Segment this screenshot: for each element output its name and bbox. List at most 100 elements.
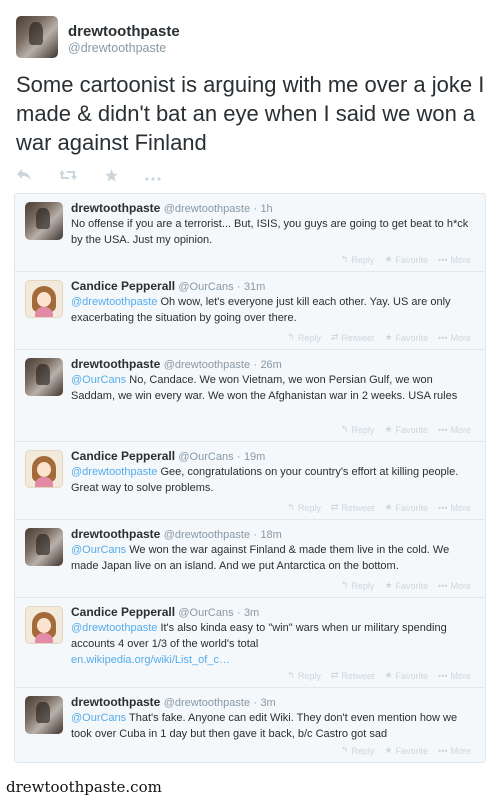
reply-icon: ↰ — [340, 745, 349, 755]
more-action[interactable]: ••• More — [438, 580, 471, 591]
reply-icon: ↰ — [340, 424, 349, 434]
reply-author-handle[interactable]: @OurCans — [178, 451, 233, 463]
reply-body: That's fake. Anyone can edit Wiki. They … — [71, 712, 458, 740]
reply-item[interactable]: drewtoothpaste @drewtoothpaste · 3m @Our… — [15, 688, 485, 762]
reply-author-handle[interactable]: @drewtoothpaste — [164, 529, 250, 541]
more-action[interactable]: ••• More — [438, 502, 471, 513]
favorite-action[interactable]: ★ Favorite — [384, 254, 428, 265]
reply-timestamp[interactable]: 19m — [244, 451, 265, 463]
reply-action[interactable]: ↰ Reply — [341, 580, 375, 591]
reply-actions: ↰ Reply ★ Favorite ••• More — [341, 580, 471, 591]
reply-actions: ↰ Reply ⇄ Retweet ★ Favorite ••• More — [287, 670, 471, 681]
avatar[interactable] — [25, 280, 63, 318]
reply-item[interactable]: drewtoothpaste @drewtoothpaste · 18m @Ou… — [15, 520, 485, 598]
favorite-action[interactable]: ★ Favorite — [384, 745, 428, 756]
more-action[interactable]: ••• More — [438, 424, 471, 435]
reply-icon: ↰ — [340, 580, 349, 590]
favorite-action[interactable]: ★ Favorite — [384, 332, 428, 343]
reply-item[interactable]: Candice Pepperall @OurCans · 31m @drewto… — [15, 272, 485, 350]
reply-author-name[interactable]: Candice Pepperall — [71, 605, 175, 619]
star-icon: ★ — [384, 424, 393, 434]
reply-author-name[interactable]: Candice Pepperall — [71, 279, 175, 293]
more-action[interactable]: ••• More — [438, 745, 471, 756]
reply-text: @drewtoothpaste It's also kinda easy to … — [71, 620, 476, 668]
reply-author-name[interactable]: drewtoothpaste — [71, 201, 160, 215]
reply-text: @OurCans That's fake. Anyone can edit Wi… — [71, 710, 476, 742]
reply-timestamp[interactable]: 26m — [260, 359, 281, 371]
mention-link[interactable]: @drewtoothpaste — [71, 296, 157, 308]
more-icon: ••• — [438, 332, 448, 343]
reply-action[interactable]: ↰ Reply — [287, 332, 321, 343]
retweet-icon: ⇄ — [330, 502, 339, 512]
tweet-actions — [16, 168, 161, 186]
reply-item[interactable]: drewtoothpaste @drewtoothpaste · 26m @Ou… — [15, 350, 485, 442]
retweet-action[interactable]: ⇄ Retweet — [331, 502, 375, 513]
url-link[interactable]: en.wikipedia.org/wiki/List_of_c… — [71, 652, 476, 668]
separator-dot: · — [236, 281, 241, 293]
more-icon[interactable] — [145, 169, 161, 186]
reply-action[interactable]: ↰ Reply — [341, 745, 375, 756]
avatar[interactable] — [25, 528, 63, 566]
favorite-action[interactable]: ★ Favorite — [384, 502, 428, 513]
more-action[interactable]: ••• More — [438, 254, 471, 265]
retweet-action[interactable]: ⇄ Retweet — [331, 670, 375, 681]
reply-action[interactable]: ↰ Reply — [287, 502, 321, 513]
mention-link[interactable]: @drewtoothpaste — [71, 466, 157, 478]
separator-dot: · — [253, 697, 258, 709]
reply-timestamp[interactable]: 18m — [260, 529, 281, 541]
reply-text: @drewtoothpaste Oh wow, let's everyone j… — [71, 294, 476, 326]
reply-text: No offense if you are a terrorist... But… — [71, 216, 476, 248]
favorite-action[interactable]: ★ Favorite — [384, 580, 428, 591]
reply-author-handle[interactable]: @OurCans — [178, 281, 233, 293]
reply-text: @drewtoothpaste Gee, congratulations on … — [71, 464, 476, 496]
mention-link[interactable]: @OurCans — [71, 712, 126, 724]
reply-timestamp[interactable]: 3m — [260, 697, 275, 709]
mention-link[interactable]: @drewtoothpaste — [71, 622, 157, 634]
reply-author-handle[interactable]: @drewtoothpaste — [164, 697, 250, 709]
reply-author-name[interactable]: drewtoothpaste — [71, 357, 160, 371]
more-action[interactable]: ••• More — [438, 670, 471, 681]
reply-actions: ↰ Reply ★ Favorite ••• More — [341, 424, 471, 435]
star-icon: ★ — [384, 332, 393, 342]
reply-timestamp[interactable]: 31m — [244, 281, 265, 293]
reply-timestamp[interactable]: 1h — [260, 203, 272, 215]
reply-actions: ↰ Reply ⇄ Retweet ★ Favorite ••• More — [287, 332, 471, 343]
reply-timestamp[interactable]: 3m — [244, 607, 259, 619]
reply-author-handle[interactable]: @OurCans — [178, 607, 233, 619]
replies-list: drewtoothpaste @drewtoothpaste · 1h No o… — [14, 193, 486, 763]
author-handle[interactable]: @drewtoothpaste — [68, 41, 166, 55]
reply-action[interactable]: ↰ Reply — [287, 670, 321, 681]
reply-action[interactable]: ↰ Reply — [341, 254, 375, 265]
reply-item[interactable]: drewtoothpaste @drewtoothpaste · 1h No o… — [15, 194, 485, 272]
avatar[interactable] — [25, 202, 63, 240]
avatar[interactable] — [25, 450, 63, 488]
avatar[interactable] — [16, 16, 58, 58]
reply-icon: ↰ — [287, 502, 295, 512]
mention-link[interactable]: @OurCans — [71, 544, 126, 556]
favorite-action[interactable]: ★ Favorite — [384, 670, 428, 681]
favorite-action[interactable]: ★ Favorite — [384, 424, 428, 435]
separator-dot: · — [253, 359, 258, 371]
reply-author-name[interactable]: drewtoothpaste — [71, 695, 160, 709]
reply-author-handle[interactable]: @drewtoothpaste — [164, 359, 250, 371]
reply-action[interactable]: ↰ Reply — [341, 424, 375, 435]
retweet-icon[interactable] — [58, 168, 78, 186]
star-icon[interactable] — [104, 168, 119, 187]
reply-icon[interactable] — [16, 168, 32, 186]
reply-body: No offense if you are a terrorist... But… — [71, 218, 469, 246]
more-icon: ••• — [438, 424, 448, 435]
mention-link[interactable]: @OurCans — [71, 374, 126, 386]
author-name[interactable]: drewtoothpaste — [68, 23, 180, 40]
avatar[interactable] — [25, 358, 63, 396]
avatar[interactable] — [25, 696, 63, 734]
reply-author-handle[interactable]: @drewtoothpaste — [164, 203, 250, 215]
reply-author-name[interactable]: drewtoothpaste — [71, 527, 160, 541]
reply-author-name[interactable]: Candice Pepperall — [71, 449, 175, 463]
more-action[interactable]: ••• More — [438, 332, 471, 343]
reply-item[interactable]: Candice Pepperall @OurCans · 19m @drewto… — [15, 442, 485, 520]
reply-item[interactable]: Candice Pepperall @OurCans · 3m @drewtoo… — [15, 598, 485, 688]
star-icon: ★ — [384, 580, 393, 590]
site-watermark: drewtoothpaste.com — [6, 778, 162, 796]
retweet-action[interactable]: ⇄ Retweet — [331, 332, 375, 343]
avatar[interactable] — [25, 606, 63, 644]
